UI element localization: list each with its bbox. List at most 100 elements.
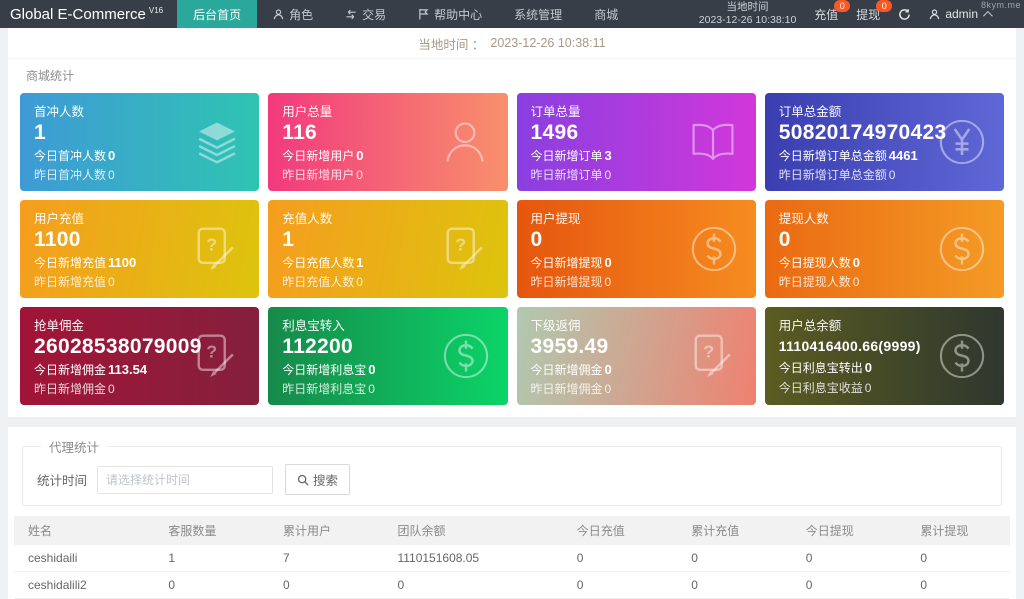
table-header: 累计用户 <box>272 516 388 545</box>
time-bar-label: 当地时间 ： <box>418 37 485 52</box>
table-cell: 0 <box>795 571 911 599</box>
agent-stats-title: 代理统计 <box>49 441 100 455</box>
flag-icon <box>418 8 429 20</box>
card-yesterday-line: 昨日新增佣金 0 <box>530 382 612 397</box>
person-icon <box>438 115 492 169</box>
table-cell: 0 <box>681 545 796 572</box>
card-yesterday-line: 昨日新增提现 0 <box>530 275 612 290</box>
dollar-icon <box>440 330 492 382</box>
table-header: 团队余额 <box>387 516 567 545</box>
menu-item-label: 后台首页 <box>193 7 242 22</box>
withdraw-badge: 0 <box>876 0 893 12</box>
card-yesterday-line: 昨日首冲人数 0 <box>34 168 115 183</box>
mall-stats-panel: 商城统计 首冲人数 1 今日首冲人数 0 昨日首冲人数 0 用户总量 116 今日新… <box>8 59 1016 417</box>
stat-card[interactable]: 用户总量 116 今日新增用户 0 昨日新增用户 0 <box>268 93 508 191</box>
stat-card[interactable]: 首冲人数 1 今日首冲人数 0 昨日首冲人数 0 <box>20 93 260 191</box>
card-yesterday-line: 昨日新增订单 0 <box>530 168 612 183</box>
table-row[interactable]: ceshidalili2 0 0 0 0 0 0 0 <box>14 571 1010 599</box>
menu-item-3[interactable]: 帮助中心 <box>402 0 498 28</box>
table-cell: 7 <box>272 545 388 572</box>
table-cell: 0 <box>681 571 796 599</box>
user-icon <box>929 8 940 19</box>
table-cell: ceshidalili2 <box>14 571 159 599</box>
table-cell: 0 <box>910 545 1010 572</box>
stat-card[interactable]: 充值人数 1 今日充值人数 1 昨日充值人数 0 ? <box>268 200 508 298</box>
recharge-badge: 0 <box>834 0 851 12</box>
navbar: Global E-Commerce V16 后台首页 角色 交易 帮助中心 系统管理 商城… <box>0 0 1024 28</box>
stat-card[interactable]: 下级返佣 3959.49 今日新增佣金 0 昨日新增佣金 0 ? <box>516 307 756 405</box>
dollar-icon <box>936 330 988 382</box>
table-cell: 1 <box>158 545 273 572</box>
card-yesterday-line: 昨日充值人数 0 <box>282 275 363 290</box>
dollar-icon <box>936 223 988 275</box>
stat-time-input[interactable] <box>97 465 274 494</box>
stat-card[interactable]: 抢单佣金 26028538079009 今日新增佣金 113.54 昨日新增佣金 0… <box>20 307 260 405</box>
doc-icon: ? <box>684 330 740 382</box>
table-header: 今日提现 <box>795 516 911 545</box>
main-menu: 后台首页 角色 交易 帮助中心 系统管理 商城 <box>177 0 634 28</box>
menu-item-label: 交易 <box>362 7 387 22</box>
yen-icon <box>936 116 988 168</box>
brand-text: Global E-Commerce <box>10 5 146 23</box>
stat-card[interactable]: 用户充值 1100 今日新增充值 1100 昨日新增充值 0 ? <box>20 200 260 298</box>
doc-icon: ? <box>187 330 243 382</box>
table-cell: 0 <box>272 571 388 599</box>
layers-icon <box>191 116 243 168</box>
stat-card[interactable]: 用户提现 0 今日新增提现 0 昨日新增提现 0 <box>516 200 756 298</box>
table-cell: ceshidaili <box>14 545 159 572</box>
stat-card[interactable]: 用户总余额 1110416400.66(9999) 今日利息宝转出 0 今日利息宝… <box>764 307 1004 405</box>
agent-stats-panel: 代理统计 统计时间 搜索 姓名客服数量累计用户团队余额今日充值累计充值今日提现累… <box>8 427 1016 599</box>
menu-item-2[interactable]: 交易 <box>329 0 402 28</box>
menu-item-label: 角色 <box>289 7 314 22</box>
menu-item-label: 帮助中心 <box>434 7 483 22</box>
stat-card[interactable]: 订单总金额 50820174970423 今日新增订单总金额 4461 昨日新增订… <box>764 93 1004 191</box>
card-yesterday-line: 昨日新增利息宝 0 <box>282 382 375 397</box>
table-header: 累计充值 <box>681 516 796 545</box>
recharge-link[interactable]: 充值 0 <box>814 0 851 23</box>
table-row[interactable]: ceshidaili 1 7 1110151608.05 0 0 0 0 <box>14 545 1010 572</box>
search-button-label: 搜索 <box>313 474 339 488</box>
filter-row: 统计时间 搜索 <box>35 464 989 495</box>
table-header: 今日充值 <box>566 516 682 545</box>
stat-time-label: 统计时间 <box>37 474 88 488</box>
menu-item-5[interactable]: 商城 <box>578 0 634 28</box>
search-icon <box>297 474 309 486</box>
search-button[interactable]: 搜索 <box>285 464 351 495</box>
table-cell: 0 <box>910 571 1010 599</box>
withdraw-link[interactable]: 提现 0 <box>856 0 893 23</box>
user-icon <box>273 8 284 20</box>
table-cell: 1110151608.05 <box>387 545 567 572</box>
navbar-local-time: 当地时间 2023-12-26 10:38:10 <box>699 1 797 27</box>
brand-logo[interactable]: Global E-Commerce V16 <box>0 0 177 28</box>
local-time-label: 当地时间 <box>726 0 769 13</box>
stat-card[interactable]: 提现人数 0 今日提现人数 0 昨日提现人数 0 <box>764 200 1004 298</box>
menu-item-label: 系统管理 <box>514 7 563 22</box>
table-header: 客服数量 <box>158 516 273 545</box>
card-yesterday-line: 昨日新增佣金 0 <box>34 382 115 397</box>
dollar-icon <box>688 223 740 275</box>
svg-text:?: ? <box>703 342 714 362</box>
table-header: 姓名 <box>14 516 159 545</box>
refresh-icon[interactable] <box>898 8 911 21</box>
svg-text:?: ? <box>207 342 218 362</box>
local-time-bar: 当地时间 ： 2023-12-26 10:38:11 <box>8 28 1016 59</box>
watermark-text: 8kym.me <box>980 0 1021 10</box>
stat-card[interactable]: 订单总量 1496 今日新增订单 3 昨日新增订单 0 <box>516 93 756 191</box>
mall-stats-title: 商城统计 <box>26 69 75 83</box>
agent-stats-fieldset: 代理统计 统计时间 搜索 <box>22 437 1002 506</box>
menu-item-1[interactable]: 角色 <box>257 0 329 28</box>
doc-icon: ? <box>436 223 492 275</box>
card-yesterday-line: 昨日提现人数 0 <box>778 275 860 290</box>
svg-text:?: ? <box>207 235 218 255</box>
card-yesterday-line: 昨日新增用户 0 <box>282 168 363 183</box>
card-yesterday-line: 昨日新增充值 0 <box>34 275 115 290</box>
brand-version: V16 <box>148 5 164 15</box>
table-cell: 0 <box>158 571 273 599</box>
stat-card[interactable]: 利息宝转入 112200 今日新增利息宝 0 昨日新增利息宝 0 <box>268 307 508 405</box>
menu-item-0[interactable]: 后台首页 <box>177 0 258 28</box>
table-cell: 0 <box>566 571 682 599</box>
card-title: 订单总量 <box>530 105 581 119</box>
menu-item-4[interactable]: 系统管理 <box>498 0 578 28</box>
table-cell: 0 <box>566 545 682 572</box>
table-cell: 0 <box>795 545 911 572</box>
